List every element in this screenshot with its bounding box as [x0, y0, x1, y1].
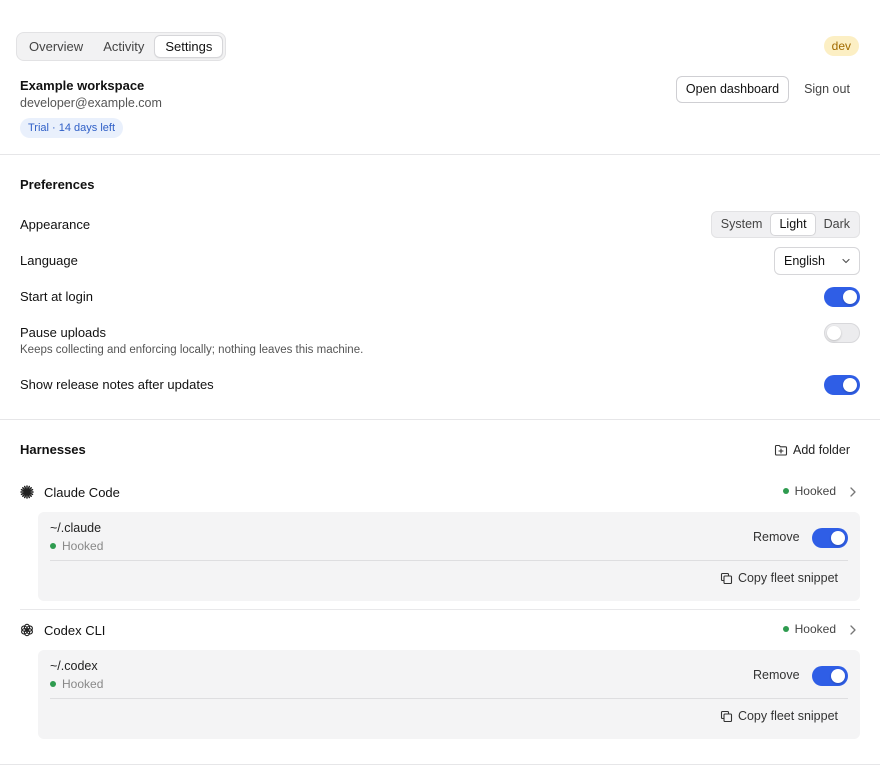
status-dot [50, 681, 56, 687]
preferences-title: Preferences [20, 177, 95, 192]
folder-status-label: Hooked [62, 539, 104, 553]
status-dot [782, 488, 789, 494]
appearance-segmented-control: System Light Dark [710, 211, 860, 238]
folder-card-codex: ~/.codex Hooked Remove Copy fleet snippe… [38, 650, 860, 739]
preferences-section: Preferences Appearance System Light Dark… [0, 155, 880, 420]
folder-plus-icon [774, 444, 788, 456]
folder-path: ~/.claude [50, 521, 102, 535]
copy-fleet-snippet-button[interactable]: Copy fleet snippet [720, 571, 838, 585]
harnesses-section: Harnesses Add folder Claude Code Hooked … [0, 420, 880, 765]
copy-fleet-snippet-label: Copy fleet snippet [737, 571, 838, 585]
folder-enabled-toggle[interactable] [812, 528, 848, 548]
harness-status-label: Hooked [794, 484, 836, 498]
add-folder-button[interactable]: Add folder [774, 440, 850, 460]
appearance-option-light[interactable]: Light [770, 213, 816, 236]
divider [50, 560, 848, 561]
harness-status-label: Hooked [794, 622, 836, 636]
pause-uploads-toggle[interactable] [824, 323, 860, 343]
toggle-knob [827, 326, 841, 340]
harness-separator [20, 609, 860, 610]
copy-fleet-snippet-label: Copy fleet snippet [737, 709, 838, 723]
chevron-right-icon[interactable] [848, 486, 858, 498]
appearance-label: Appearance [20, 217, 91, 232]
status-dot [50, 543, 56, 549]
harness-status: Hooked [782, 622, 836, 636]
chevron-right-icon[interactable] [848, 624, 858, 636]
chevron-down-icon [842, 258, 850, 264]
toggle-knob [843, 290, 857, 304]
copy-icon [720, 572, 732, 584]
start-at-login-label: Start at login [20, 289, 93, 304]
harness-row-claude-code[interactable]: Claude Code Hooked [20, 481, 860, 503]
language-label: Language [20, 253, 78, 268]
knot-logo-icon [20, 623, 34, 637]
status-dot [782, 626, 789, 632]
main-tabs: Overview Activity Settings [16, 32, 227, 61]
tab-settings[interactable]: Settings [154, 35, 224, 58]
folder-enabled-toggle[interactable] [812, 666, 848, 686]
folder-path: ~/.codex [50, 659, 98, 673]
harness-row-codex-cli[interactable]: Codex CLI Hooked [20, 619, 860, 641]
harness-name: Codex CLI [44, 622, 106, 638]
release-notes-toggle[interactable] [824, 375, 860, 395]
folder-card-claude: ~/.claude Hooked Remove Copy fleet snipp… [38, 512, 860, 601]
toggle-knob [843, 378, 857, 392]
account-header: Overview Activity Settings dev Example w… [0, 0, 880, 155]
appearance-option-system[interactable]: System [713, 213, 771, 236]
toggle-knob [831, 669, 845, 683]
remove-folder-button[interactable]: Remove [753, 530, 800, 544]
divider [50, 698, 848, 699]
tab-activity[interactable]: Activity [93, 35, 154, 58]
harnesses-title: Harnesses [20, 442, 86, 457]
folder-status: Hooked [50, 677, 103, 691]
harness-status: Hooked [782, 484, 836, 498]
language-select-value: English [784, 254, 825, 268]
appearance-option-dark[interactable]: Dark [816, 213, 858, 236]
tab-overview[interactable]: Overview [19, 35, 93, 58]
harness-name: Claude Code [44, 484, 120, 500]
open-dashboard-button[interactable]: Open dashboard [676, 76, 789, 103]
folder-status-label: Hooked [62, 677, 104, 691]
copy-fleet-snippet-button[interactable]: Copy fleet snippet [720, 709, 838, 723]
asterisk-burst-icon [20, 485, 34, 499]
pause-uploads-description: Keeps collecting and enforcing locally; … [20, 344, 364, 356]
copy-icon [720, 710, 732, 722]
add-folder-label: Add folder [793, 443, 850, 457]
release-notes-label: Show release notes after updates [20, 377, 214, 392]
sign-out-button[interactable]: Sign out [796, 76, 858, 103]
toggle-knob [831, 531, 845, 545]
workspace-email: developer@example.com [20, 96, 162, 110]
folder-status: Hooked [50, 539, 103, 553]
remove-folder-button[interactable]: Remove [753, 668, 800, 682]
workspace-name: Example workspace [20, 78, 145, 93]
language-select[interactable]: English [774, 247, 860, 275]
pause-uploads-label: Pause uploads [20, 325, 107, 340]
env-badge: dev [823, 36, 859, 56]
start-at-login-toggle[interactable] [824, 287, 860, 307]
trial-badge: Trial · 14 days left [20, 118, 124, 138]
